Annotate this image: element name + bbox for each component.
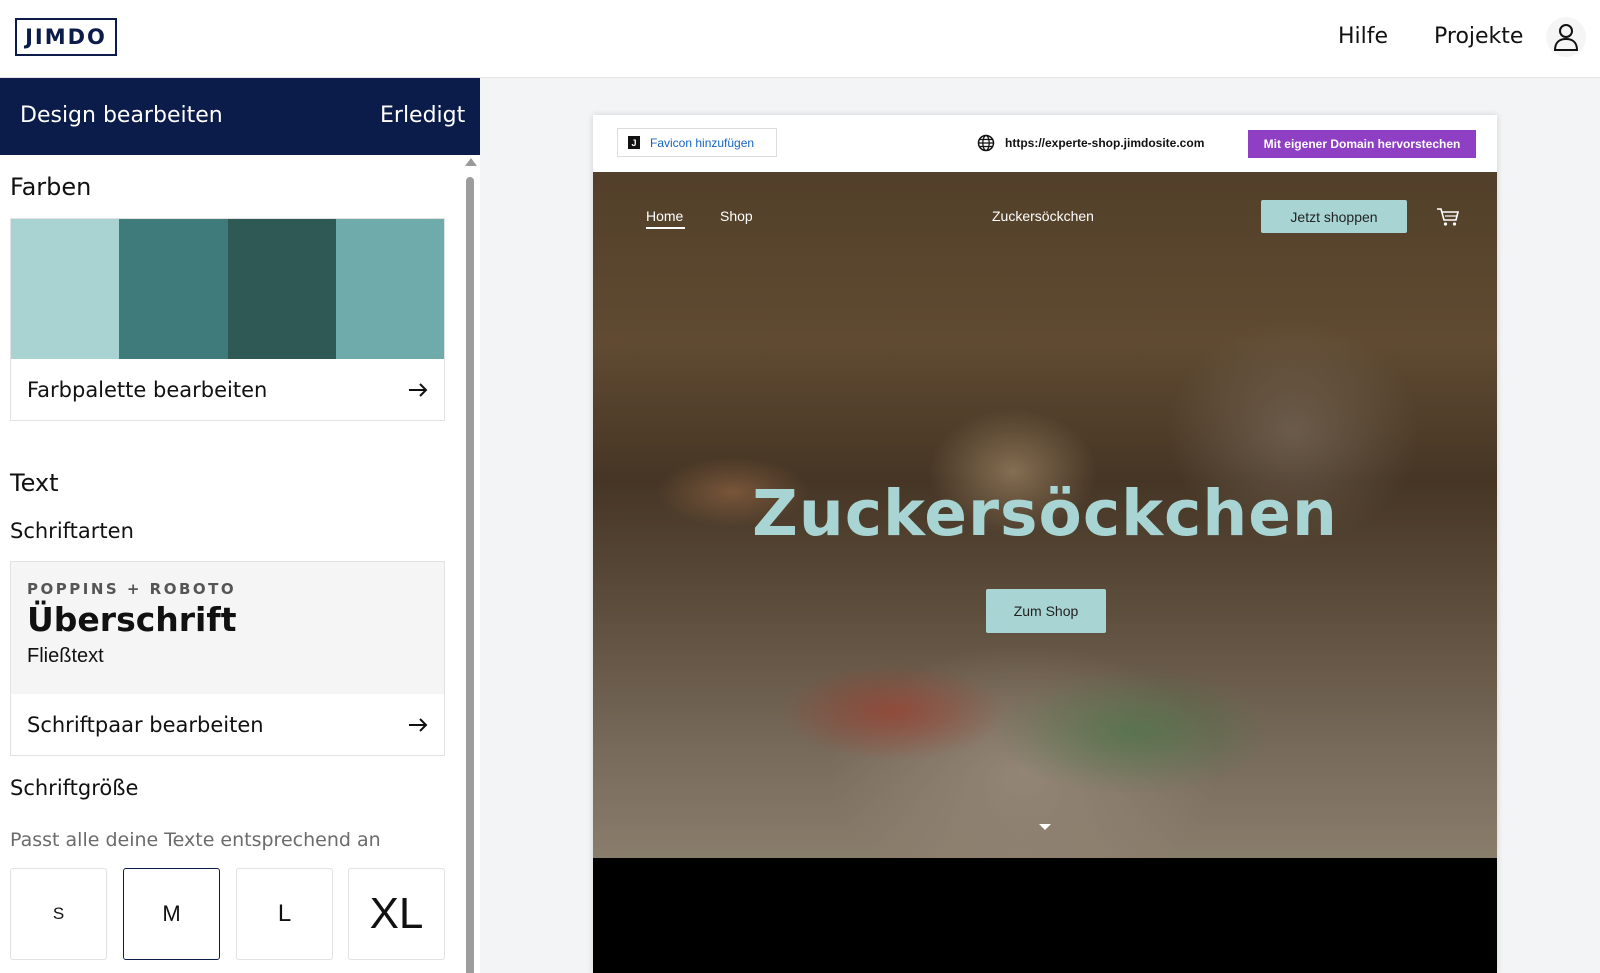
nav-home[interactable]: Home (646, 208, 683, 224)
color-palette-card[interactable]: Farbpalette bearbeiten (10, 218, 445, 421)
color-swatch-4 (335, 219, 444, 359)
nav-home-underline (646, 227, 685, 229)
scroll-up-arrow-icon[interactable] (465, 158, 477, 166)
fonts-label: Schriftarten (10, 519, 134, 543)
font-pair-card[interactable]: POPPINS + ROBOTO Überschrift Fließtext S… (10, 561, 445, 756)
font-pair-name: POPPINS + ROBOTO (27, 580, 237, 598)
next-section (593, 858, 1497, 973)
shop-now-button[interactable]: Jetzt shoppen (1261, 200, 1407, 233)
arrow-right-icon (409, 382, 428, 397)
edit-font-pair-button[interactable]: Schriftpaar bearbeiten (11, 694, 444, 755)
panel-header: Design bearbeiten Erledigt (0, 78, 480, 155)
projects-link[interactable]: Projekte (1434, 24, 1523, 49)
body-sample: Fließtext (27, 645, 104, 667)
jimdo-logo[interactable]: JIMDO (15, 18, 117, 56)
custom-domain-button[interactable]: Mit eigener Domain hervorstechen (1248, 130, 1476, 158)
size-s-button[interactable]: S (10, 868, 107, 960)
site-name[interactable]: Zuckersöckchen (992, 208, 1094, 224)
heading-sample: Überschrift (27, 600, 237, 639)
globe-icon (977, 134, 995, 152)
font-preview: POPPINS + ROBOTO Überschrift Fließtext (11, 562, 444, 694)
hero-title: Zuckersöckchen (752, 477, 1338, 550)
edit-palette-button[interactable]: Farbpalette bearbeiten (11, 359, 444, 420)
design-panel: Design bearbeiten Erledigt Farben Farbpa… (0, 78, 480, 973)
hero-section: Home Shop Zuckersöckchen Jetzt shoppen Z… (593, 172, 1497, 858)
jimdo-favicon-icon: J (628, 136, 640, 149)
scroll-down-icon[interactable] (1039, 824, 1051, 830)
arrow-right-icon (409, 717, 428, 732)
edit-font-pair-label: Schriftpaar bearbeiten (27, 712, 264, 737)
color-swatch-3 (227, 219, 336, 359)
nav-shop[interactable]: Shop (720, 208, 753, 224)
size-xl-button[interactable]: XL (348, 868, 445, 960)
font-size-description: Passt alle deine Texte entsprechend an (10, 829, 381, 851)
site-url[interactable]: https://experte-shop.jimdosite.com (1005, 136, 1204, 150)
top-bar: JIMDO Hilfe Projekte (0, 0, 1600, 78)
panel-scrollbar[interactable] (464, 155, 477, 973)
edit-palette-label: Farbpalette bearbeiten (27, 377, 268, 402)
add-favicon-button[interactable]: J Favicon hinzufügen (617, 128, 777, 157)
to-shop-button[interactable]: Zum Shop (986, 589, 1106, 633)
cart-icon[interactable] (1436, 207, 1460, 227)
website-preview: J Favicon hinzufügen https://experte-sho… (593, 115, 1497, 973)
color-swatches[interactable] (11, 219, 444, 359)
preview-toolbar: J Favicon hinzufügen https://experte-sho… (593, 115, 1497, 172)
scroll-thumb[interactable] (466, 177, 474, 973)
add-favicon-label: Favicon hinzufügen (650, 135, 755, 150)
text-heading: Text (10, 469, 59, 497)
font-size-label: Schriftgröße (10, 776, 139, 800)
size-m-button[interactable]: M (123, 868, 220, 960)
color-swatch-1 (11, 219, 120, 359)
done-button[interactable]: Erledigt (380, 103, 465, 128)
panel-title: Design bearbeiten (20, 103, 223, 128)
size-l-button[interactable]: L (236, 868, 333, 960)
user-icon (1553, 24, 1579, 51)
help-link[interactable]: Hilfe (1338, 24, 1388, 49)
colors-heading: Farben (10, 173, 92, 201)
account-button[interactable] (1546, 17, 1586, 57)
color-swatch-2 (119, 219, 228, 359)
